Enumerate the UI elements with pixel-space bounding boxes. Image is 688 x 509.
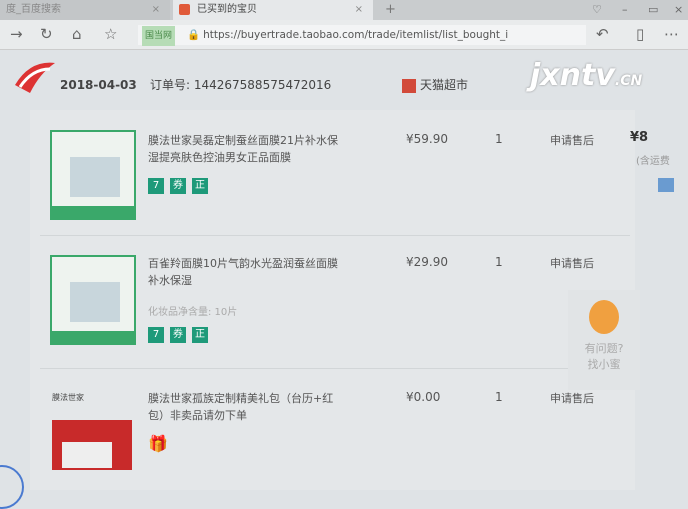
undo-icon[interactable]: ↶	[596, 25, 609, 43]
tmall-icon	[402, 78, 416, 93]
more-icon[interactable]: ⋯	[664, 25, 679, 43]
close-window-button[interactable]: ×	[674, 0, 683, 20]
shop-link[interactable]: 天猫超市	[402, 70, 468, 100]
product-title[interactable]: 百雀羚面膜10片气韵水光盈润蚕丝面膜补水保湿	[148, 255, 338, 289]
product-title[interactable]: 膜法世家吴磊定制蚕丝面膜21片补水保湿提亮肤色控油男女正品面膜	[148, 132, 338, 166]
genuine-icon: 正	[192, 178, 208, 194]
order-header: 2018-04-03 订单号: 144267588575472016 天猫超市	[30, 70, 630, 100]
refresh-icon[interactable]: ↻	[40, 25, 53, 43]
star-icon[interactable]: ☆	[104, 25, 117, 43]
product-image[interactable]	[52, 420, 132, 470]
order-total: ¥8	[630, 130, 649, 145]
order-items: 膜法世家吴磊定制蚕丝面膜21片补水保湿提亮肤色控油男女正品面膜 7券正 ¥59.…	[30, 110, 635, 490]
nav-bar: → ↻ ⌂ ☆ 国当网 🔒 https://buyertrade.taobao.co…	[0, 20, 688, 50]
help-assistant-button[interactable]: 有问题? 找小蜜	[568, 290, 640, 390]
tab-bought-items[interactable]: 已买到的宝贝 ×	[173, 0, 373, 20]
tab-baidu[interactable]: 度_百度搜索 ×	[0, 0, 170, 20]
phone-icon[interactable]: ▯	[636, 25, 644, 43]
minimize-button[interactable]: –	[622, 0, 628, 20]
skin-icon[interactable]: ♡	[592, 0, 602, 20]
close-icon[interactable]: ×	[355, 0, 363, 20]
new-tab-button[interactable]: +	[385, 0, 396, 20]
forward-icon[interactable]: →	[10, 25, 23, 43]
product-image[interactable]	[50, 130, 136, 220]
genuine-icon: 正	[192, 327, 208, 343]
after-sale-link[interactable]: 申请售后	[550, 132, 594, 148]
coupon-icon: 券	[170, 178, 186, 194]
gift-icon: 🎁	[148, 434, 168, 453]
lock-icon: 🔒	[187, 29, 201, 41]
tab-bar: 度_百度搜索 × 已买到的宝贝 × + ♡ – ▭ ×	[0, 0, 688, 20]
floating-circle-icon	[0, 465, 24, 509]
taobao-favicon-icon	[179, 4, 190, 15]
after-sale-link[interactable]: 申请售后	[550, 255, 594, 271]
7day-return-icon: 7	[148, 178, 164, 194]
maximize-button[interactable]: ▭	[648, 0, 658, 20]
product-image[interactable]	[50, 255, 136, 345]
address-bar[interactable]: 国当网 🔒 https://buyertrade.taobao.com/trade/…	[138, 25, 586, 46]
coupon-icon: 券	[170, 327, 186, 343]
7day-return-icon: 7	[148, 327, 164, 343]
after-sale-link[interactable]: 申请售后	[550, 390, 594, 406]
close-icon[interactable]: ×	[152, 0, 160, 20]
home-icon[interactable]: ⌂	[72, 25, 82, 43]
assistant-avatar-icon	[589, 300, 619, 334]
order-action-button[interactable]	[658, 178, 674, 192]
product-title[interactable]: 膜法世家孤族定制精美礼包（台历+红包）非卖品请勿下单	[148, 390, 338, 424]
